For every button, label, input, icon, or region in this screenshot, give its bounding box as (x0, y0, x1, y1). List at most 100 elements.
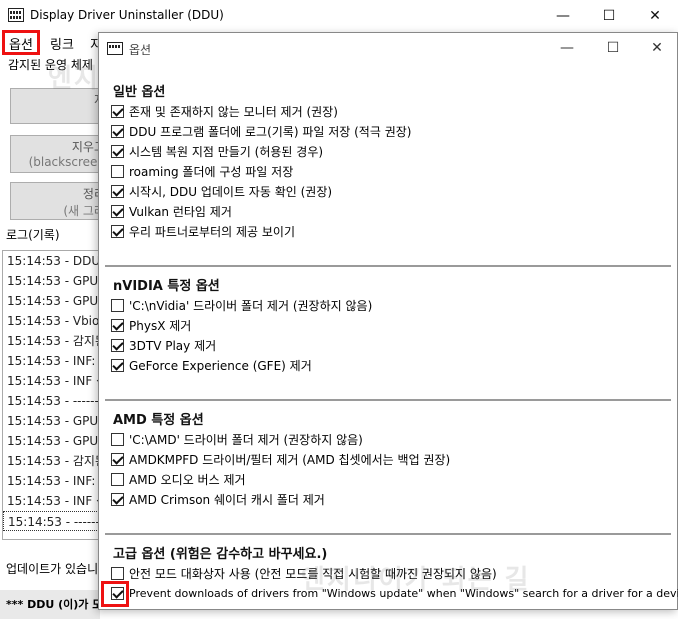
section-title-amd: AMD 특정 옵션 (113, 413, 204, 428)
section-title-general: 일반 옵션 (113, 85, 166, 100)
log-line: 15:14:53 - Vbios: (7, 314, 106, 328)
option-label: roaming 폴더에 구성 파일 저장 (129, 164, 294, 179)
section-divider (105, 533, 671, 535)
section-divider (105, 399, 671, 401)
option-label: 시스템 복원 지점 만들기 (허용된 경우) (129, 144, 324, 159)
maximize-button[interactable]: ☐ (586, 0, 632, 32)
log-line-selected: 15:14:53 - -------- (3, 511, 105, 531)
option-label: AMD Crimson 쉐이더 캐시 폴더 제거 (129, 492, 325, 507)
update-available-text: 업데이트가 있습니 (6, 562, 99, 576)
dialog-titlebar: 옵션 — ☐ ✕ (99, 33, 677, 63)
window-title: Display Driver Uninstaller (DDU) (30, 8, 224, 22)
log-list[interactable]: 15:14:53 - DDU 버 15:14:53 - GPU 번 15:14:… (2, 250, 106, 540)
log-line: 15:14:53 - -------- (7, 394, 106, 408)
option-remove-nvidia-folder[interactable]: 'C:\nVidia' 드라이버 폴더 제거 (권장하지 않음) (111, 296, 372, 314)
option-auto-update-check[interactable]: 시작시, DDU 업데이트 자동 확인 (권장) (111, 182, 332, 200)
detected-os-text: 감지된 운영 체제 (8, 58, 93, 72)
checkbox[interactable] (111, 566, 124, 580)
menu-links[interactable]: 링크 (44, 32, 80, 54)
option-label: 'C:\AMD' 드라이버 폴더 제거 (권장하지 않음) (129, 432, 363, 447)
checkbox[interactable] (111, 184, 124, 198)
log-line: 15:14:53 - GPU 번 (7, 274, 106, 288)
section-title-nvidia: nVIDIA 특정 옵션 (113, 279, 220, 294)
option-label: 'C:\nVidia' 드라이버 폴더 제거 (권장하지 않음) (129, 298, 373, 313)
dialog-maximize-button[interactable]: ☐ (593, 33, 633, 63)
section-title-advanced: 고급 옵션 (위험은 감수하고 바꾸세요.) (113, 547, 328, 562)
option-label: AMD 오디오 버스 제거 (129, 472, 246, 487)
clean-no-restart-button[interactable]: 지우고 (blackscreen (10, 135, 110, 173)
checkbox[interactable] (111, 452, 124, 466)
close-button[interactable]: ✕ (632, 0, 678, 32)
option-remove-vulkan[interactable]: Vulkan 런타임 제거 (111, 202, 232, 220)
status-bar: *** DDU (이)가 모 (0, 590, 100, 619)
option-prevent-windows-update-drivers[interactable]: Prevent downloads of drivers from "Windo… (111, 584, 678, 602)
option-label: Vulkan 런타임 제거 (129, 204, 232, 219)
checkbox[interactable] (111, 358, 124, 372)
option-roaming-config[interactable]: roaming 폴더에 구성 파일 저장 (111, 162, 293, 180)
log-line: 15:14:53 - GPU 장 (7, 294, 106, 308)
option-remove-gfe[interactable]: GeForce Experience (GFE) 제거 (111, 356, 312, 374)
dialog-close-button[interactable]: ✕ (637, 33, 677, 63)
button-label: 지 (11, 91, 105, 108)
option-restore-point[interactable]: 시스템 복원 지점 만들기 (허용된 경우) (111, 142, 323, 160)
menu-options[interactable]: 옵션 (2, 30, 40, 55)
button-sublabel: (새 그래 (63, 204, 105, 218)
section-divider (105, 265, 671, 267)
ddu-app-icon (8, 8, 24, 22)
log-line: 15:14:53 - DDU 버 (7, 254, 106, 268)
log-line: 15:14:53 - GPU 장 (7, 434, 106, 448)
checkbox[interactable] (111, 104, 124, 118)
option-label: AMDKMPFD 드라이버/필터 제거 (AMD 칩셋에서는 백업 권장) (129, 452, 451, 467)
log-line: 15:14:53 - 감지된 (7, 334, 106, 348)
option-label: DDU 프로그램 폴더에 로그(기록) 파일 저장 (적극 권장) (129, 124, 412, 139)
log-line: 15:14:53 - INF: oe (7, 354, 106, 368)
option-label: 우리 파트너로부터의 제공 보이기 (129, 224, 296, 239)
checkbox[interactable] (111, 318, 124, 332)
minimize-button[interactable]: — (540, 0, 586, 32)
option-label: 존재 및 존재하지 않는 모니터 제거 (권장) (129, 104, 338, 119)
option-remove-3dtv[interactable]: 3DTV Play 제거 (111, 336, 216, 354)
log-line: 15:14:53 - INF 섹 (7, 374, 106, 388)
checkbox[interactable] (111, 224, 124, 238)
checkbox[interactable] (111, 298, 124, 312)
option-remove-physx[interactable]: PhysX 제거 (111, 316, 191, 334)
highlight-box (101, 581, 129, 607)
option-save-log[interactable]: DDU 프로그램 폴더에 로그(기록) 파일 저장 (적극 권장) (111, 122, 411, 140)
button-sublabel: (blackscreen (28, 155, 105, 169)
checkbox[interactable] (111, 204, 124, 218)
dialog-minimize-button[interactable]: — (547, 33, 587, 63)
log-line: 15:14:53 - INF 섹 (7, 494, 106, 508)
clean-restart-button[interactable]: 지 (10, 88, 110, 124)
option-remove-monitors[interactable]: 존재 및 존재하지 않는 모니터 제거 (권장) (111, 102, 338, 120)
option-label: 3DTV Play 제거 (129, 338, 217, 353)
checkbox[interactable] (111, 144, 124, 158)
option-remove-amdkmpfd[interactable]: AMDKMPFD 드라이버/필터 제거 (AMD 칩셋에서는 백업 권장) (111, 450, 450, 468)
main-titlebar: Display Driver Uninstaller (DDU) — ☐ ✕ (0, 0, 678, 32)
option-label: 시작시, DDU 업데이트 자동 확인 (권장) (129, 184, 333, 199)
checkbox[interactable] (111, 492, 124, 506)
option-safe-mode-dialog[interactable]: 안전 모드 대화상자 사용 (안전 모드를 직접 시험할 때까진 권장되지 않음… (111, 564, 497, 582)
ddu-app-icon (107, 42, 123, 55)
button-label: 정리 (82, 187, 105, 201)
option-remove-amd-folder[interactable]: 'C:\AMD' 드라이버 폴더 제거 (권장하지 않음) (111, 430, 363, 448)
option-label: PhysX 제거 (129, 318, 192, 333)
checkbox[interactable] (111, 338, 124, 352)
option-partner-offers[interactable]: 우리 파트너로부터의 제공 보이기 (111, 222, 295, 240)
log-line: 15:14:53 - INF: oe (7, 474, 106, 488)
option-label: 안전 모드 대화상자 사용 (안전 모드를 직접 시험할 때까진 권장되지 않음… (129, 566, 497, 581)
button-label: 지우고 (71, 140, 105, 154)
checkbox[interactable] (111, 164, 124, 178)
option-label: Prevent downloads of drivers from "Windo… (129, 586, 678, 600)
log-line: 15:14:53 - 감지된 (7, 454, 106, 468)
clean-shutdown-button[interactable]: 정리 (새 그래 (10, 182, 110, 220)
checkbox[interactable] (111, 432, 124, 446)
option-label: GeForce Experience (GFE) 제거 (129, 358, 312, 373)
checkbox[interactable] (111, 472, 124, 486)
checkbox[interactable] (111, 124, 124, 138)
option-remove-amd-audio-bus[interactable]: AMD 오디오 버스 제거 (111, 470, 246, 488)
option-remove-crimson-cache[interactable]: AMD Crimson 쉐이더 캐시 폴더 제거 (111, 490, 325, 508)
dialog-title: 옵션 (129, 43, 152, 57)
options-dialog: 옵션 — ☐ ✕ 일반 옵션 존재 및 존재하지 않는 모니터 제거 (권장) … (98, 32, 678, 610)
log-line: 15:14:53 - GPU 번 (7, 414, 106, 428)
log-label: 로그(기록) (6, 228, 60, 242)
